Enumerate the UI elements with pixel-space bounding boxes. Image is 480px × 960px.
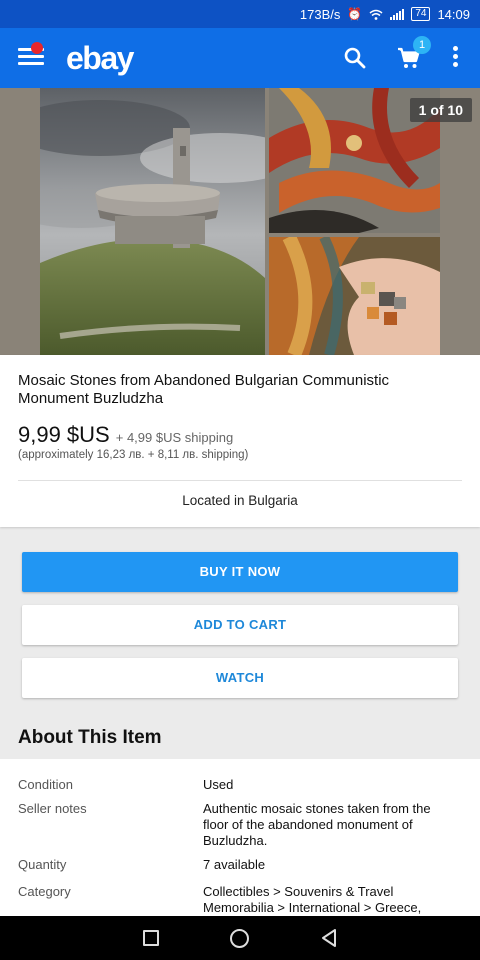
battery-indicator: 74 <box>411 7 431 21</box>
item-title: Mosaic Stones from Abandoned Bulgarian C… <box>18 372 390 407</box>
shipping-cost: + 4,99 $US shipping <box>115 430 234 445</box>
photo-counter: 1 of 10 <box>409 98 472 122</box>
notification-dot <box>31 42 43 54</box>
cart-count-badge: 1 <box>413 36 431 54</box>
detail-value: 7 available <box>203 857 266 872</box>
more-options-button[interactable] <box>446 46 464 70</box>
triangle-back-icon[interactable] <box>320 928 338 948</box>
app-bar: ebay 1 <box>0 28 480 88</box>
detail-label: Quantity <box>18 857 67 872</box>
status-bar: 173B/s ⏰ 74 14:09 <box>0 0 480 28</box>
detail-label: Category <box>18 884 71 899</box>
signal-icon <box>390 8 405 20</box>
detail-value: Authentic mosaic stones taken from the f… <box>203 801 431 848</box>
system-nav-bar <box>0 916 480 960</box>
detail-label: Seller notes <box>18 801 87 816</box>
network-speed: 173B/s <box>299 6 341 22</box>
detail-value[interactable]: Collectibles > Souvenirs & Travel Memora… <box>203 884 458 916</box>
stones-in-hand-photo[interactable] <box>269 237 440 355</box>
circle-icon[interactable] <box>230 929 249 948</box>
approx-price: (approximately 16,23 лв. + 8,11 лв. ship… <box>18 449 249 461</box>
buy-it-now-button[interactable]: BUY IT NOW <box>22 552 458 592</box>
detail-value: Used <box>203 777 234 792</box>
item-location: Located in Bulgaria <box>182 493 298 508</box>
alarm-icon: ⏰ <box>347 7 363 21</box>
item-details: Condition Used Seller notes Authentic mo… <box>0 759 480 916</box>
divider <box>18 480 462 481</box>
item-price: 9,99 $US <box>18 422 110 447</box>
square-icon[interactable] <box>143 930 159 946</box>
monument-photo[interactable] <box>40 88 265 355</box>
ebay-logo[interactable]: ebay <box>66 40 134 77</box>
add-to-cart-button[interactable]: ADD TO CART <box>22 605 458 645</box>
photo-gallery[interactable]: 1 of 10 <box>0 88 480 355</box>
more-vert-icon <box>446 46 464 67</box>
price-row: 9,99 $US + 4,99 $US shipping <box>18 422 233 448</box>
search-button[interactable] <box>343 46 367 70</box>
about-heading: About This Item <box>18 727 162 748</box>
menu-button[interactable] <box>18 42 44 68</box>
watch-button[interactable]: WATCH <box>22 658 458 698</box>
clock: 14:09 <box>437 6 470 22</box>
detail-label: Condition <box>18 777 73 792</box>
item-info-card: Mosaic Stones from Abandoned Bulgarian C… <box>0 355 480 527</box>
wifi-icon <box>369 9 383 20</box>
cart-button[interactable]: 1 <box>397 36 431 70</box>
search-icon <box>344 47 366 69</box>
